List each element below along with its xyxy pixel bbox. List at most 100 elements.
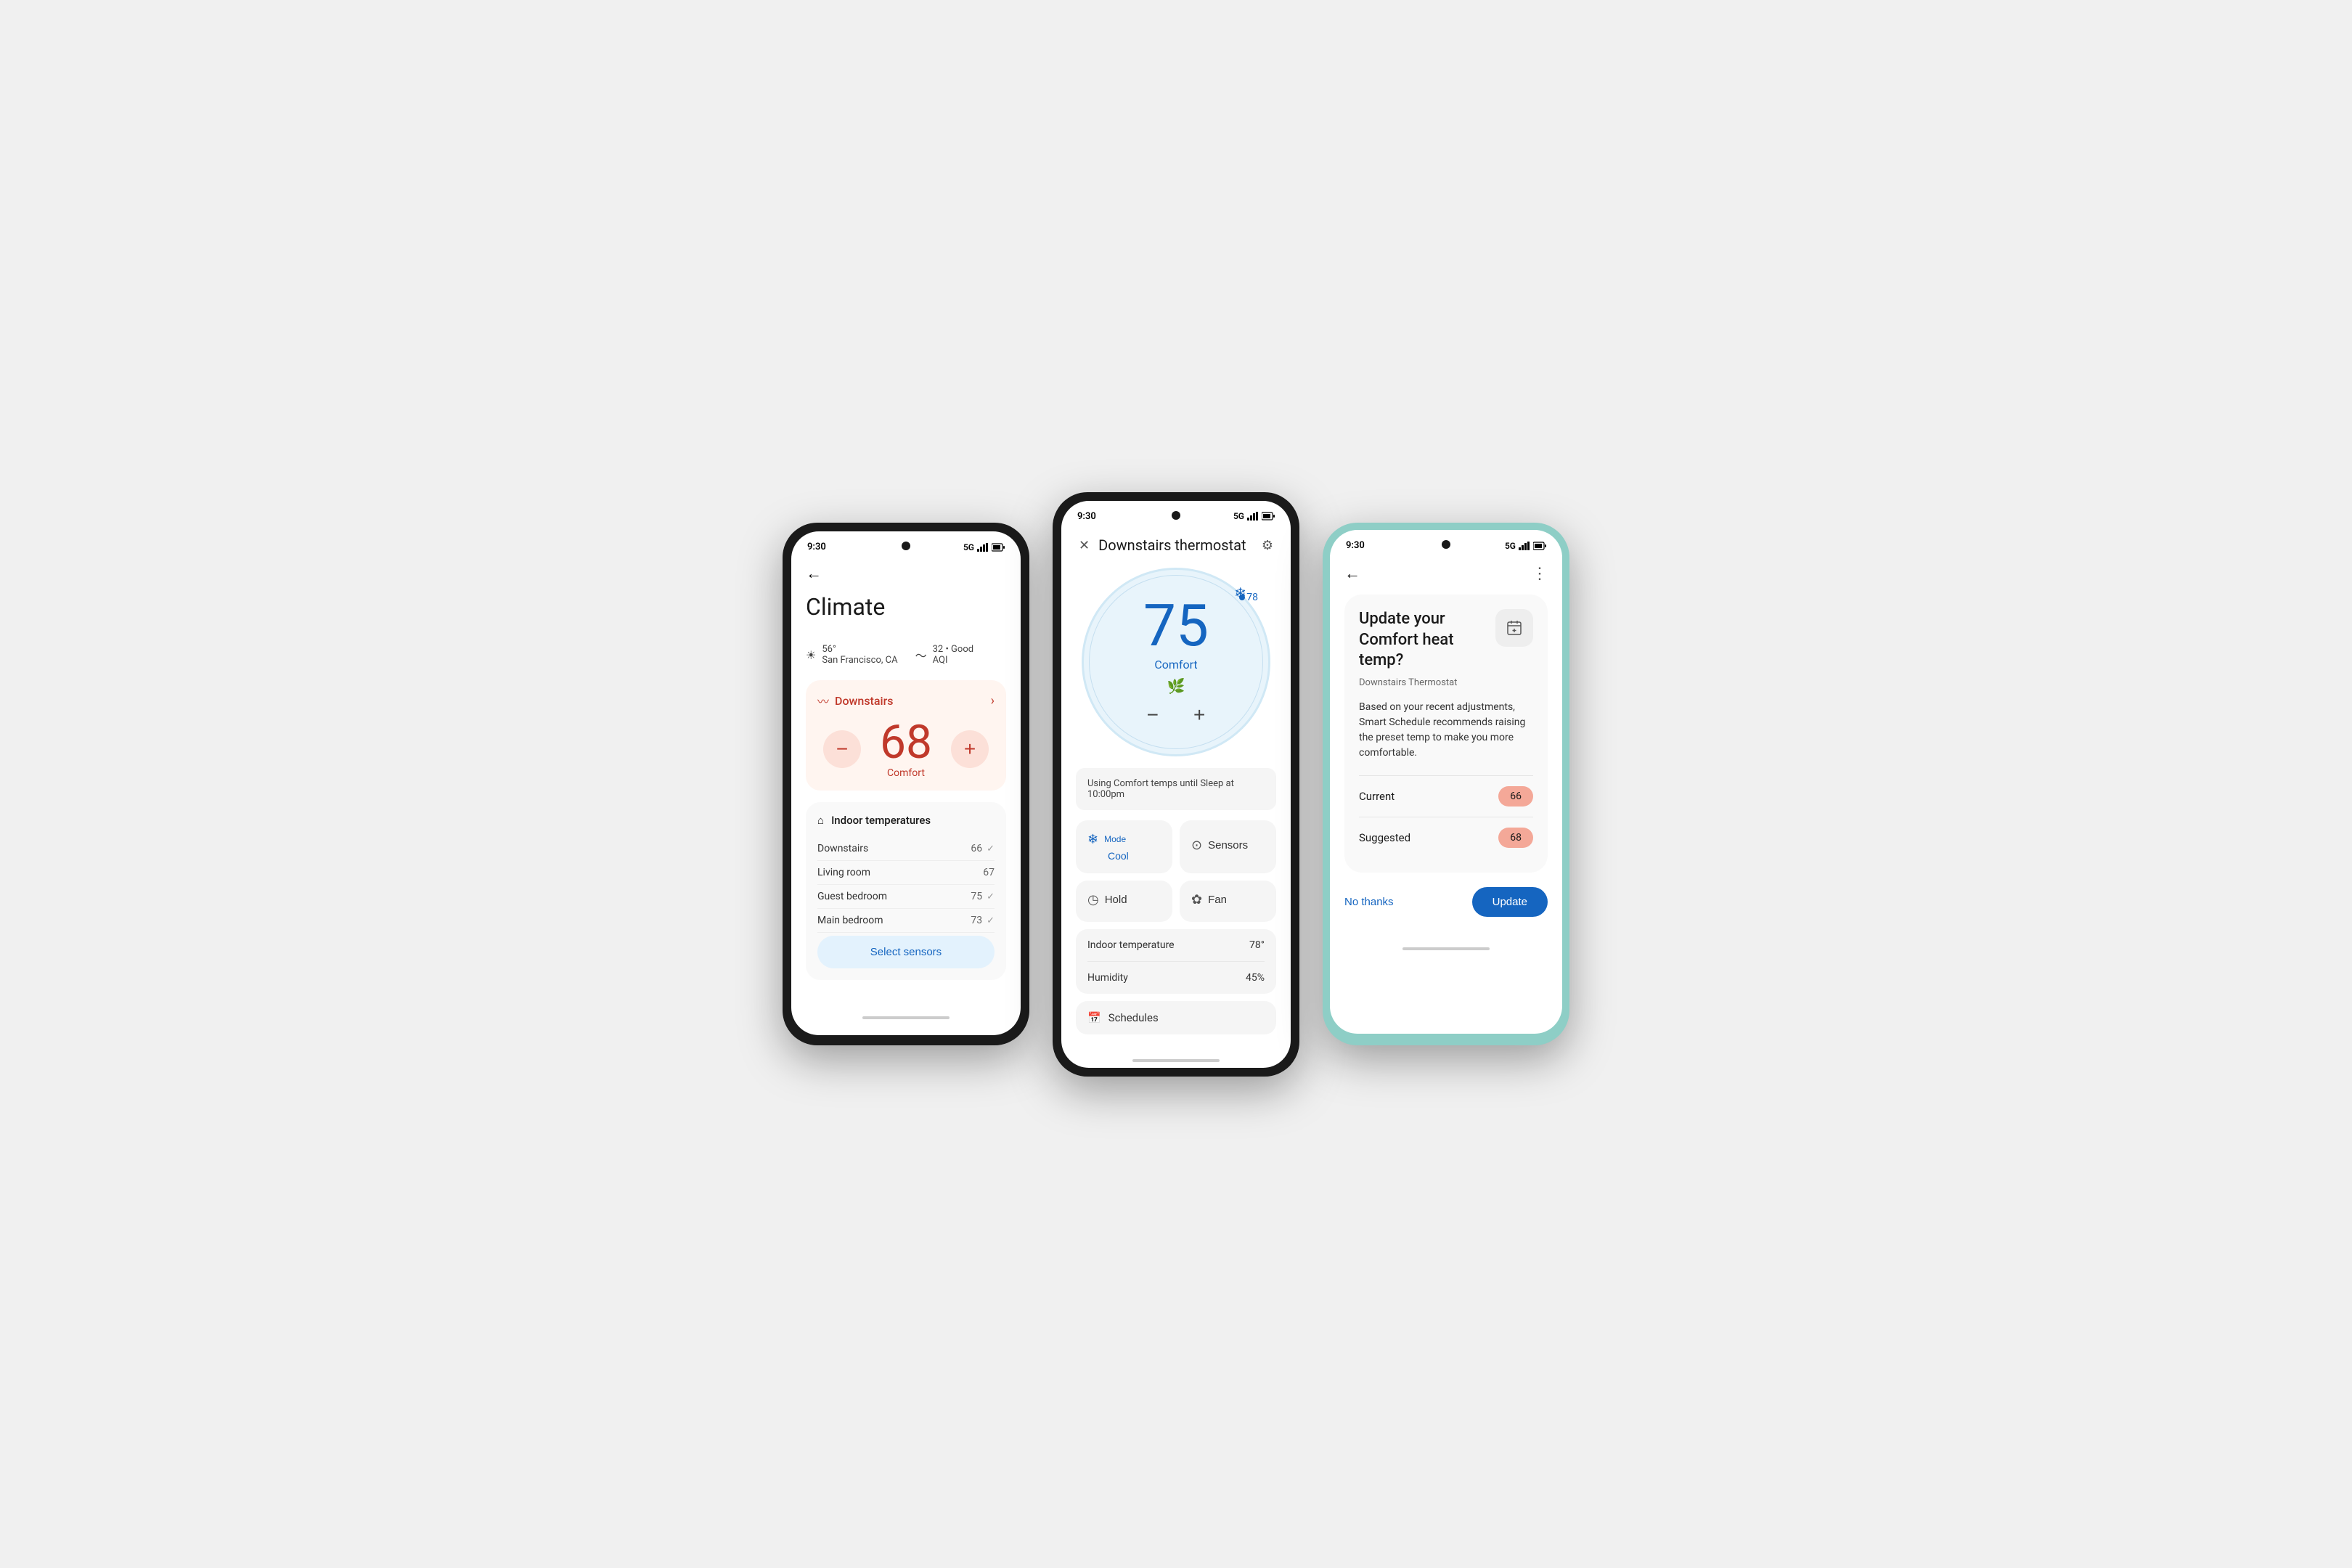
settings-button[interactable]: ⚙: [1259, 535, 1276, 556]
indoor-temps-title: ⌂ Indoor temperatures: [817, 814, 995, 827]
weather-aqi-label: AQI: [933, 655, 973, 666]
more-button[interactable]: ⋮: [1532, 565, 1548, 583]
weather-temp-value: 56°: [822, 644, 897, 655]
dialog-header: Update your Comfort heat temp?: [1359, 609, 1533, 671]
fan-icon: ✿: [1191, 892, 1202, 907]
battery-icon-3: [1533, 542, 1546, 550]
button-grid: ❄ Mode Cool ⊙ Sensors ◷ Hold: [1076, 820, 1276, 922]
setpoint-value: 78: [1246, 592, 1258, 603]
info-rows: Indoor temperature 78° Humidity 45%: [1076, 929, 1276, 994]
weather-aqi-value: 32 • Good: [933, 644, 973, 655]
room-temp: 73: [971, 915, 982, 926]
network-label-2: 5G: [1233, 511, 1244, 521]
current-label: Current: [1359, 790, 1395, 803]
mode-label: Mode: [1104, 834, 1126, 844]
battery-icon-2: [1262, 512, 1275, 520]
dialog-title: Update your Comfort heat temp?: [1359, 609, 1487, 671]
no-thanks-button[interactable]: No thanks: [1344, 896, 1394, 908]
table-row: Downstairs 66 ✓: [817, 837, 995, 861]
status-icons-1: 5G: [963, 542, 1005, 552]
setpoint-dot: [1239, 595, 1245, 600]
suggested-row: Suggested 68: [1359, 817, 1533, 858]
hold-button[interactable]: ◷ Hold: [1076, 881, 1172, 922]
status-time-3: 9:30: [1346, 540, 1365, 551]
select-sensors-button[interactable]: Select sensors: [817, 936, 995, 968]
status-bar-2: 9:30 5G: [1061, 501, 1291, 526]
network-label-3: 5G: [1505, 541, 1516, 551]
table-row: Main bedroom 73 ✓: [817, 909, 995, 933]
room-name: Main bedroom: [817, 915, 883, 926]
schedules-button[interactable]: 📅 Schedules: [1076, 1001, 1276, 1034]
fan-label: Fan: [1208, 894, 1227, 906]
dialog-description: Based on your recent adjustments, Smart …: [1359, 700, 1533, 761]
sun-icon: ☀: [806, 648, 816, 662]
dialog-actions: No thanks Update: [1344, 873, 1548, 923]
signal-icon-1: [977, 543, 989, 552]
page-title-1: Climate: [806, 593, 1006, 621]
update-dialog: Update your Comfort heat temp? Downstair…: [1344, 595, 1548, 873]
sensors-button[interactable]: ⊙ Sensors: [1180, 820, 1276, 873]
status-time-2: 9:30: [1077, 511, 1096, 522]
indoor-temp-value: 78°: [1249, 939, 1265, 951]
phone-thermostat: 9:30 5G ✕ D: [1053, 492, 1299, 1077]
dialog-subtitle: Downstairs Thermostat: [1359, 677, 1533, 688]
snowflake-mode-icon: ❄: [1087, 832, 1098, 847]
status-icons-2: 5G: [1233, 511, 1275, 521]
camera-cutout-3: [1442, 540, 1450, 549]
increase-temp-button[interactable]: +: [951, 730, 989, 768]
signal-icon-2: [1247, 512, 1259, 520]
camera-cutout-2: [1172, 511, 1180, 520]
fan-button[interactable]: ✿ Fan: [1180, 881, 1276, 922]
schedules-label: Schedules: [1108, 1011, 1159, 1024]
temp-display: 68 Comfort: [880, 719, 932, 779]
close-button[interactable]: ✕: [1076, 535, 1093, 556]
status-icons-3: 5G: [1505, 541, 1546, 551]
home-indicator-3: [1402, 947, 1490, 950]
indoor-temps-card: ⌂ Indoor temperatures Downstairs 66 ✓ Li…: [806, 802, 1006, 980]
hold-icon: ◷: [1087, 892, 1099, 907]
update-button[interactable]: Update: [1472, 887, 1548, 917]
indoor-temp-row: Indoor temperature 78°: [1087, 929, 1265, 962]
status-time-1: 9:30: [807, 542, 826, 552]
mode-button[interactable]: ❄ Mode Cool: [1076, 820, 1172, 873]
indoor-temp-label: Indoor temperature: [1087, 939, 1175, 951]
downstairs-chevron[interactable]: ›: [991, 693, 995, 709]
temp-number: 68: [880, 719, 932, 766]
room-name: Guest bedroom: [817, 891, 887, 902]
suggested-label: Suggested: [1359, 831, 1410, 844]
room-name: Downstairs: [817, 843, 868, 854]
sensors-label: Sensors: [1208, 839, 1248, 852]
thermostat-circle[interactable]: ❄ 78 75 Comfort 🌿 − +: [1082, 568, 1270, 756]
hold-label: Hold: [1105, 894, 1127, 906]
table-row: Living room 67: [817, 861, 995, 885]
back-button-3[interactable]: ←: [1344, 564, 1360, 583]
downstairs-card: 〰 Downstairs › − 68 Comfort +: [806, 680, 1006, 791]
room-temp: 75: [971, 891, 982, 902]
temp-mode: Comfort: [880, 767, 932, 779]
current-row: Current 66: [1359, 775, 1533, 817]
humidity-label: Humidity: [1087, 972, 1128, 984]
home-icon: ⌂: [817, 814, 824, 827]
schedules-icon: 📅: [1087, 1011, 1101, 1024]
back-button-1[interactable]: ←: [806, 564, 822, 583]
decrease-temp-button[interactable]: −: [823, 730, 861, 768]
table-row: Guest bedroom 75 ✓: [817, 885, 995, 909]
weather-aqi: 〜 32 • Good AQI: [915, 644, 973, 666]
dialog-calendar-icon[interactable]: [1495, 609, 1533, 647]
phone-climate: 9:30 5G ← Climate: [783, 523, 1029, 1045]
check-icon: ✓: [987, 915, 995, 926]
thermostat-circle-container: ❄ 78 75 Comfort 🌿 − +: [1076, 568, 1276, 756]
calendar-add-icon: [1506, 619, 1523, 637]
weather-temp: ☀ 56° San Francisco, CA: [806, 644, 898, 666]
downstairs-label: 〰 Downstairs: [817, 692, 893, 709]
suggested-value: 68: [1498, 828, 1533, 848]
network-label-1: 5G: [963, 542, 974, 552]
humidity-row: Humidity 45%: [1087, 962, 1265, 994]
weather-row: ☀ 56° San Francisco, CA 〜 32 • Good AQI: [806, 644, 1006, 666]
status-bar-3: 9:30 5G: [1330, 530, 1562, 555]
room-name: Living room: [817, 867, 870, 878]
schedule-info: Using Comfort temps until Sleep at 10:00…: [1076, 768, 1276, 810]
mode-value: Cool: [1087, 850, 1161, 862]
home-indicator-1: [862, 1016, 950, 1019]
room-temp: 66: [971, 843, 982, 854]
